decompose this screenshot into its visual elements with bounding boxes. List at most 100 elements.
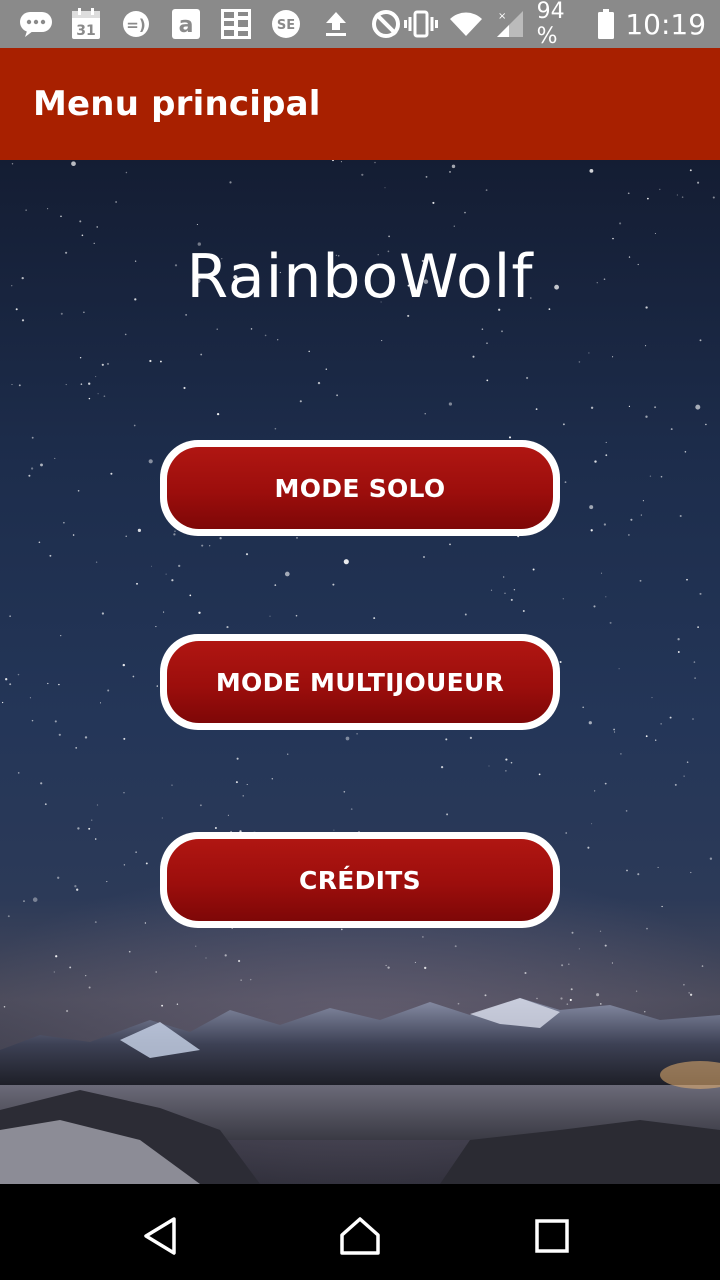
star	[135, 851, 137, 853]
star	[103, 395, 106, 398]
star	[449, 171, 451, 173]
star	[425, 175, 428, 178]
star	[423, 556, 425, 558]
star	[81, 234, 84, 237]
mode-solo-button[interactable]: MODE SOLO	[160, 440, 560, 536]
star	[712, 196, 715, 199]
app-bar: Menu principal	[0, 48, 720, 160]
app-logo-text: RainboWolf	[186, 242, 534, 312]
credits-button[interactable]: CRÉDITS	[160, 832, 560, 928]
mode-multijoueur-button-body[interactable]: MODE MULTIJOUEUR	[167, 641, 553, 723]
star	[173, 533, 176, 536]
star	[674, 783, 677, 786]
star	[590, 406, 594, 409]
star	[85, 974, 87, 977]
star	[424, 413, 426, 415]
star	[589, 505, 594, 510]
home-button[interactable]	[338, 1214, 382, 1258]
star	[588, 352, 590, 354]
credits-button-body[interactable]: CRÉDITS	[167, 839, 553, 921]
star	[605, 441, 607, 443]
star	[510, 598, 513, 601]
star	[709, 857, 713, 860]
recents-button[interactable]	[530, 1214, 574, 1258]
star	[695, 404, 701, 410]
star	[31, 436, 34, 439]
star	[407, 314, 410, 317]
star	[690, 871, 692, 874]
star	[264, 334, 267, 337]
star	[599, 930, 602, 932]
star	[128, 950, 131, 953]
star	[699, 339, 702, 342]
star	[115, 201, 117, 203]
star	[612, 237, 614, 240]
star	[612, 356, 614, 358]
star	[183, 386, 186, 390]
star	[106, 362, 110, 365]
star	[54, 457, 56, 459]
star	[589, 168, 594, 173]
star	[373, 617, 376, 620]
star	[71, 161, 76, 167]
star	[17, 772, 20, 774]
star	[132, 675, 135, 678]
star	[94, 838, 97, 840]
star	[28, 474, 31, 477]
star	[287, 753, 289, 755]
mountains-background	[0, 998, 720, 1184]
upload-icon	[318, 7, 354, 41]
star	[269, 615, 271, 617]
page-title: Menu principal	[33, 84, 321, 124]
star	[235, 781, 238, 784]
star	[655, 739, 657, 741]
back-button[interactable]	[138, 1214, 182, 1258]
star	[578, 361, 581, 363]
star	[603, 523, 607, 526]
star	[224, 954, 227, 957]
star	[356, 732, 358, 735]
star	[125, 535, 127, 537]
star	[593, 605, 596, 608]
star	[374, 161, 376, 164]
star	[513, 588, 516, 591]
calendar-icon: 31	[68, 7, 104, 41]
star	[486, 379, 489, 382]
star	[532, 568, 535, 571]
star	[214, 826, 217, 830]
star	[630, 518, 633, 521]
star	[151, 565, 152, 567]
sf-icon: SE	[268, 7, 304, 41]
star	[174, 530, 176, 533]
star	[490, 589, 493, 591]
star	[155, 626, 157, 628]
mode-solo-button-body[interactable]: MODE SOLO	[167, 447, 553, 529]
star	[123, 864, 126, 866]
star	[387, 966, 390, 969]
star	[99, 702, 102, 704]
star	[149, 359, 152, 363]
star	[604, 782, 607, 785]
star	[639, 579, 642, 582]
star	[54, 720, 57, 723]
svg-text:a: a	[179, 13, 194, 38]
home-icon	[340, 1217, 380, 1255]
star	[345, 736, 350, 741]
star	[414, 961, 416, 963]
star	[161, 817, 163, 819]
star	[245, 553, 249, 556]
star	[75, 747, 78, 749]
mode-multijoueur-button[interactable]: MODE MULTIJOUEUR	[160, 634, 560, 730]
star	[209, 545, 211, 547]
star	[659, 188, 661, 191]
star	[9, 683, 12, 686]
star	[582, 706, 585, 709]
battery-percent: 94 %	[536, 0, 565, 49]
star	[216, 412, 220, 416]
star	[80, 383, 83, 385]
star	[17, 673, 20, 676]
star	[199, 804, 202, 807]
star	[594, 790, 596, 792]
star	[453, 225, 455, 227]
star	[137, 528, 141, 532]
